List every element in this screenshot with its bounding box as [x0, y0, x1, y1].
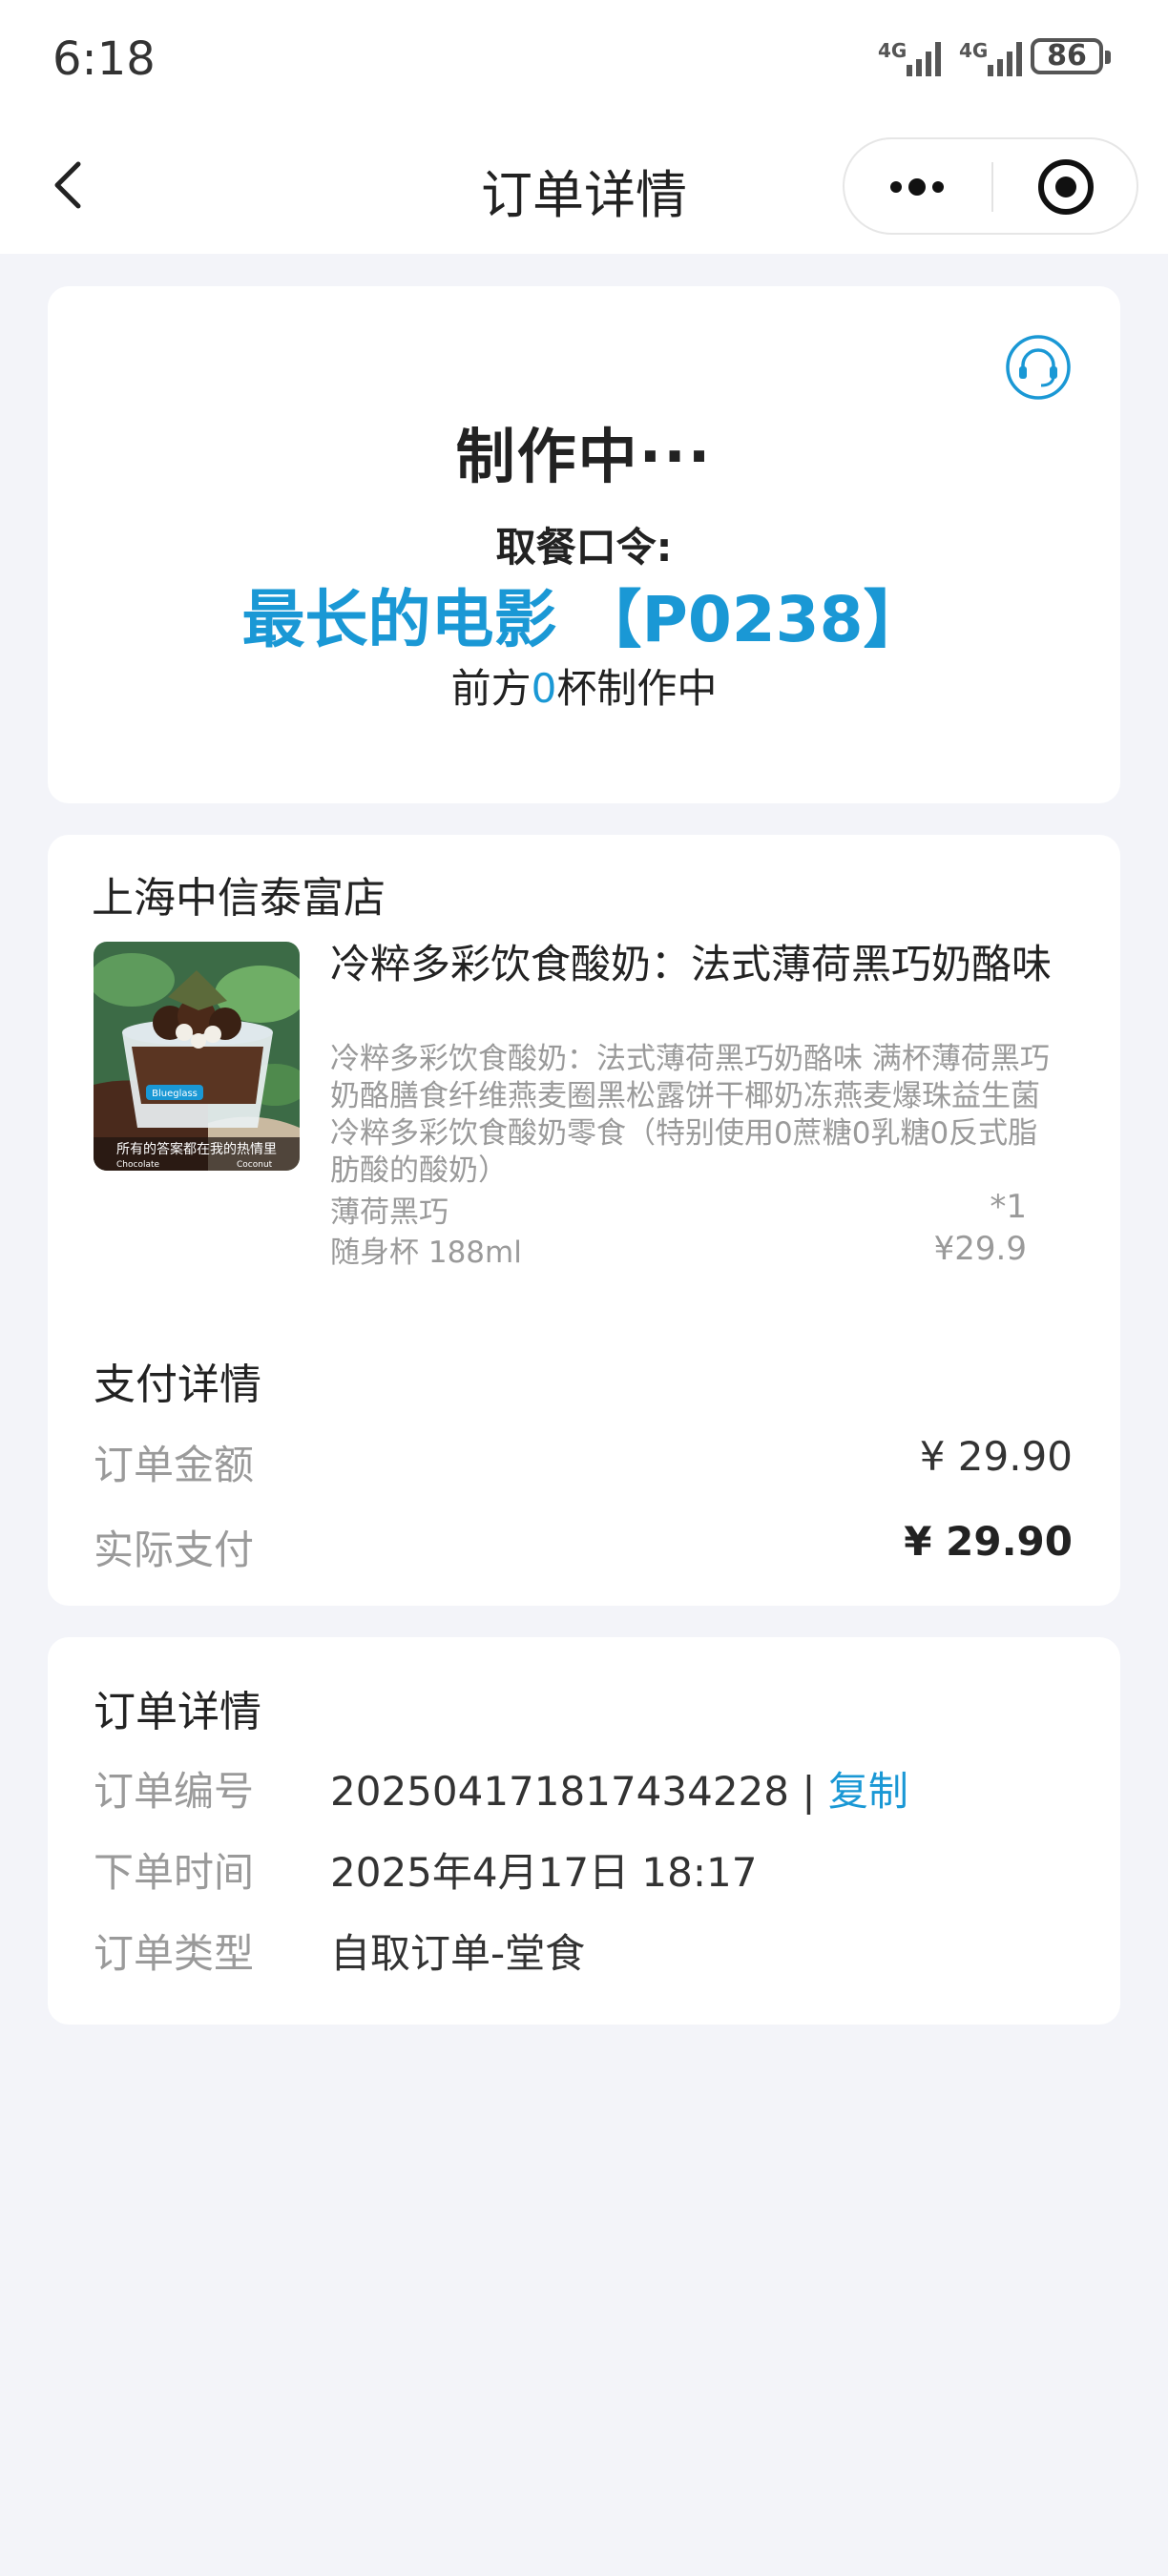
capsule-divider [991, 162, 993, 212]
store-name: 上海中信泰富店 [92, 874, 386, 923]
product-option-flavor: 薄荷黑巧 [330, 1195, 448, 1230]
pickup-code: 最长的电影 【P0238】 [241, 583, 927, 656]
copy-order-number-button[interactable]: 复制 [828, 1768, 908, 1815]
battery-level: 86 [1047, 39, 1087, 73]
mini-program-capsule [843, 137, 1138, 235]
order-info-title: 订单详情 [94, 1688, 261, 1736]
product-description: 冷粹多彩饮食酸奶：法式薄荷黑巧奶酪味 满杯薄荷黑巧奶酪膳食纤维燕麦圈黑松露饼干椰… [330, 1042, 1050, 1188]
order-number-row: 202504171817434228 | 复制 [330, 1759, 908, 1818]
cellular-signal-icon-2: 4G [959, 39, 1022, 76]
queue-count: 0 [531, 665, 557, 712]
product-option-size: 随身杯 188ml [330, 1236, 522, 1270]
actual-paid-value: ¥ 29.90 [904, 1518, 1073, 1565]
yogurt-cup-image: Blueglass 所有的答案都在我的热情里 Chocolate Coconut [94, 942, 300, 1171]
order-items-card: 上海中信泰富店 Blueglass 所有的答案都在我的热情里 Chocolate [48, 835, 1120, 1606]
order-number-separator: | [802, 1768, 816, 1815]
network-type-label: 4G [878, 39, 907, 62]
order-status-title: 制作中··· [455, 422, 713, 491]
image-slogan-text: 所有的答案都在我的热情里 [116, 1141, 277, 1157]
order-amount-value: ¥ 29.90 [919, 1433, 1073, 1480]
order-time-label: 下单时间 [94, 1849, 255, 1896]
queue-suffix: 杯制作中 [556, 665, 718, 712]
order-type-label: 订单类型 [94, 1930, 255, 1977]
order-number-value: 202504171817434228 [330, 1768, 789, 1815]
order-type-value: 自取订单-堂食 [330, 1930, 586, 1977]
order-number-label: 订单编号 [94, 1768, 255, 1815]
order-time-value: 2025年4月17日 18:17 [330, 1849, 758, 1896]
status-time: 6:18 [52, 32, 156, 86]
more-options-icon[interactable] [877, 160, 957, 214]
customer-service-icon[interactable] [1005, 334, 1072, 401]
order-status-card: 制作中··· 取餐口令: 最长的电影 【P0238】 前方0杯制作中 [48, 286, 1120, 803]
status-bar: 6:18 4G 4G 86 [0, 0, 1168, 124]
battery-icon: 86 [1031, 38, 1111, 74]
product-quantity: *1 [990, 1188, 1027, 1226]
order-info-card: 订单详情 订单编号 202504171817434228 | 复制 下单时间 2… [48, 1637, 1120, 2025]
order-amount-label: 订单金额 [94, 1442, 255, 1488]
close-mini-program-icon[interactable] [1035, 156, 1096, 218]
actual-paid-label: 实际支付 [94, 1527, 255, 1573]
queue-prefix: 前方 [450, 665, 532, 712]
nav-bar: 订单详情 [0, 124, 1168, 254]
payment-section-title: 支付详情 [94, 1361, 261, 1409]
network-type-label-2: 4G [959, 39, 988, 62]
product-price: ¥29.9 [933, 1230, 1027, 1268]
cellular-signal-icon: 4G [878, 39, 941, 76]
product-name: 冷粹多彩饮食酸奶：法式薄荷黑巧奶酪味 [330, 941, 1053, 987]
pickup-code-label: 取餐口令: [495, 524, 673, 571]
image-brand-text: Blueglass [152, 1089, 198, 1099]
image-label-left: Chocolate [116, 1160, 159, 1170]
queue-status: 前方0杯制作中 [48, 656, 1120, 715]
image-label-right: Coconut [237, 1160, 273, 1170]
product-image: Blueglass 所有的答案都在我的热情里 Chocolate Coconut [94, 942, 300, 1171]
